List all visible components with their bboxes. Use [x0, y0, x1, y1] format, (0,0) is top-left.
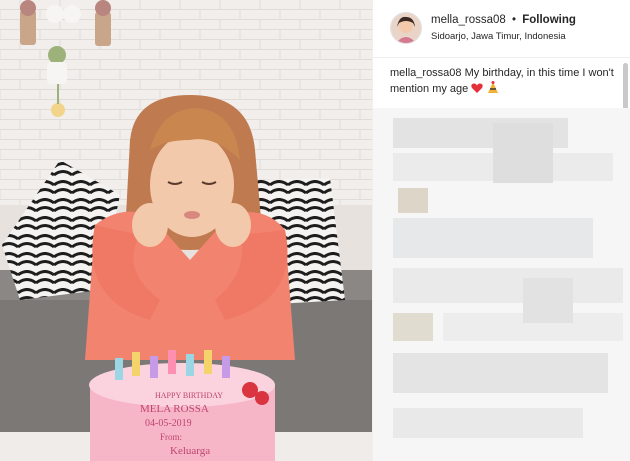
avatar-image — [391, 13, 421, 43]
location-link[interactable]: Sidoarjo, Jawa Timur, Indonesia — [431, 31, 566, 42]
party-hat-emoji-icon — [486, 81, 499, 99]
post-caption: mella_rossa08 My birthday, in this time … — [390, 66, 615, 99]
author-line: mella_rossa08 • Following — [431, 14, 576, 26]
following-button[interactable]: Following — [522, 14, 576, 26]
caption-username[interactable]: mella_rossa08 — [390, 67, 462, 79]
separator-dot: • — [512, 14, 517, 26]
cake-text-line-4: From: — [160, 432, 182, 442]
cake-text-line-2: MELA ROSSA — [140, 403, 209, 415]
author-username[interactable]: mella_rossa08 — [431, 14, 506, 26]
cake-text-line-5: Keluarga — [170, 445, 210, 457]
heart-emoji-icon — [471, 82, 483, 99]
cake-text-line-3: 04-05-2019 — [145, 418, 192, 429]
post-side-panel: mella_rossa08 • Following Sidoarjo, Jawa… — [372, 0, 630, 461]
blurred-comments — [373, 108, 630, 461]
avatar[interactable] — [390, 12, 422, 44]
post-photo[interactable]: HAPPY BIRTHDAY MELA ROSSA 04-05-2019 Fro… — [0, 0, 372, 461]
instagram-post: HAPPY BIRTHDAY MELA ROSSA 04-05-2019 Fro… — [0, 0, 630, 461]
post-header: mella_rossa08 • Following Sidoarjo, Jawa… — [373, 0, 630, 58]
birthday-photo: HAPPY BIRTHDAY MELA ROSSA 04-05-2019 Fro… — [0, 0, 372, 461]
cake-text-line-1: HAPPY BIRTHDAY — [155, 391, 223, 400]
